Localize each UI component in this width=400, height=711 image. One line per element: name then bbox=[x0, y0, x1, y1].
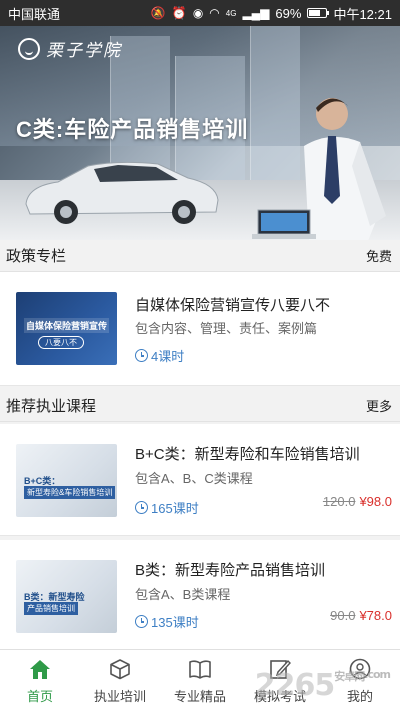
battery-percent: 69% bbox=[275, 5, 302, 21]
status-bar: 中国联通 🔕 ⏰ ◉ ◠ 4G ▂▄▆ 69% 中午12:21 bbox=[0, 0, 400, 26]
watermark-suffix: 安卓网 bbox=[334, 670, 365, 683]
logo-text: 栗子学院 bbox=[46, 41, 122, 61]
policy-section-title: 政策专栏 bbox=[6, 248, 67, 265]
thumb-caption: 产品销售培训 bbox=[24, 602, 78, 615]
mute-icon: 🔕 bbox=[150, 6, 166, 20]
course-lessons: 135课时 bbox=[135, 612, 199, 631]
banner-headline: C类:车险产品销售培训 bbox=[16, 117, 249, 142]
sale-price: ¥98.0 bbox=[359, 494, 392, 509]
home-icon bbox=[30, 660, 50, 679]
recommend-section-title: 推荐执业课程 bbox=[6, 398, 97, 415]
lessons-count: 4课时 bbox=[151, 349, 185, 364]
car-illustration bbox=[25, 161, 219, 224]
promo-banner[interactable]: 栗子学院 C类:车险产品销售培训 bbox=[0, 26, 400, 240]
original-price: 90.0 bbox=[330, 608, 356, 623]
course-lessons: 165课时 bbox=[135, 498, 199, 517]
policy-section-header: 政策专栏 免费 bbox=[0, 240, 400, 272]
policy-thumbnail: 自媒体保险营销宣传 八要八不 bbox=[16, 292, 117, 365]
course-card[interactable]: B+C类： 新型寿险&车险销售培训 B+C类：新型寿险和车险销售培训 包含A、B… bbox=[0, 424, 400, 536]
policy-card[interactable]: 自媒体保险营销宣传 八要八不 自媒体保险营销宣传八要八不 包含内容、管理、责任、… bbox=[0, 272, 400, 386]
chestnut-logo-icon bbox=[18, 37, 40, 60]
laptop-illustration bbox=[252, 209, 316, 239]
clock-time: 中午12:21 bbox=[333, 6, 392, 22]
tab-premium[interactable]: 专业精品 bbox=[160, 650, 240, 711]
wifi-icon: ◠ bbox=[209, 6, 220, 20]
clock-icon bbox=[135, 501, 148, 514]
alarm-icon: ⏰ bbox=[171, 6, 187, 20]
clock-icon bbox=[135, 615, 148, 628]
thumb-caption: 新型寿险&车险销售培训 bbox=[24, 486, 116, 499]
watermark-main: 2265 bbox=[254, 668, 335, 703]
cube-icon bbox=[110, 659, 130, 680]
original-price: 120.0 bbox=[322, 494, 356, 509]
policy-title: 自媒体保险营销宣传八要八不 bbox=[135, 297, 331, 314]
course-subtitle: 包含A、B、C类课程 bbox=[135, 471, 253, 486]
watermark-domain: .com bbox=[364, 668, 391, 681]
sale-price: ¥78.0 bbox=[359, 608, 392, 623]
lessons-count: 165课时 bbox=[151, 501, 199, 516]
course-title: B类：新型寿险产品销售培训 bbox=[135, 562, 326, 579]
signal-icon: ▂▄▆ bbox=[242, 6, 270, 20]
thumb-caption: 自媒体保险营销宣传 bbox=[24, 318, 110, 333]
site-watermark: 2265安卓网.com bbox=[254, 668, 391, 703]
lessons-count: 135课时 bbox=[151, 615, 199, 630]
bottom-tab-bar: 首页 执业培训 专业精品 模拟考试 我的 2265安卓网.com bbox=[0, 649, 400, 711]
status-indicators: 🔕 ⏰ ◉ ◠ 4G ▂▄▆ 69% 中午12:21 bbox=[151, 4, 392, 23]
app-logo: 栗子学院 bbox=[18, 36, 122, 61]
course-price: 120.0 ¥98.0 bbox=[323, 494, 392, 509]
clock-icon bbox=[135, 349, 148, 362]
tab-label: 执业培训 bbox=[93, 689, 146, 704]
policy-lessons: 4课时 bbox=[135, 346, 184, 365]
recommend-section-header: 推荐执业课程 更多 bbox=[0, 390, 400, 422]
course-price: 90.0 ¥78.0 bbox=[330, 608, 392, 623]
more-courses-link[interactable]: 更多 bbox=[366, 396, 392, 415]
policy-free-link[interactable]: 免费 bbox=[366, 246, 392, 265]
policy-subtitle: 包含内容、管理、责任、案例篇 bbox=[135, 321, 318, 336]
eye-icon: ◉ bbox=[192, 6, 204, 20]
tab-label: 首页 bbox=[26, 689, 53, 704]
tab-home[interactable]: 首页 bbox=[0, 650, 80, 711]
course-thumbnail: B+C类： 新型寿险&车险销售培训 bbox=[16, 444, 117, 517]
carrier-label: 中国联通 bbox=[8, 6, 61, 22]
tab-training[interactable]: 执业培训 bbox=[80, 650, 160, 711]
network-type: 4G bbox=[225, 8, 237, 18]
thumb-caption: 八要八不 bbox=[38, 336, 84, 349]
course-subtitle: 包含A、B类课程 bbox=[135, 587, 231, 602]
course-title: B+C类：新型寿险和车险销售培训 bbox=[135, 446, 360, 463]
book-icon bbox=[189, 660, 211, 679]
battery-icon bbox=[307, 8, 330, 18]
tab-label: 专业精品 bbox=[173, 689, 226, 704]
battery-fill bbox=[309, 10, 321, 16]
course-thumbnail: B类：新型寿险 产品销售培训 bbox=[16, 560, 117, 633]
course-card[interactable]: B类：新型寿险 产品销售培训 B类：新型寿险产品销售培训 包含A、B类课程 13… bbox=[0, 540, 400, 650]
